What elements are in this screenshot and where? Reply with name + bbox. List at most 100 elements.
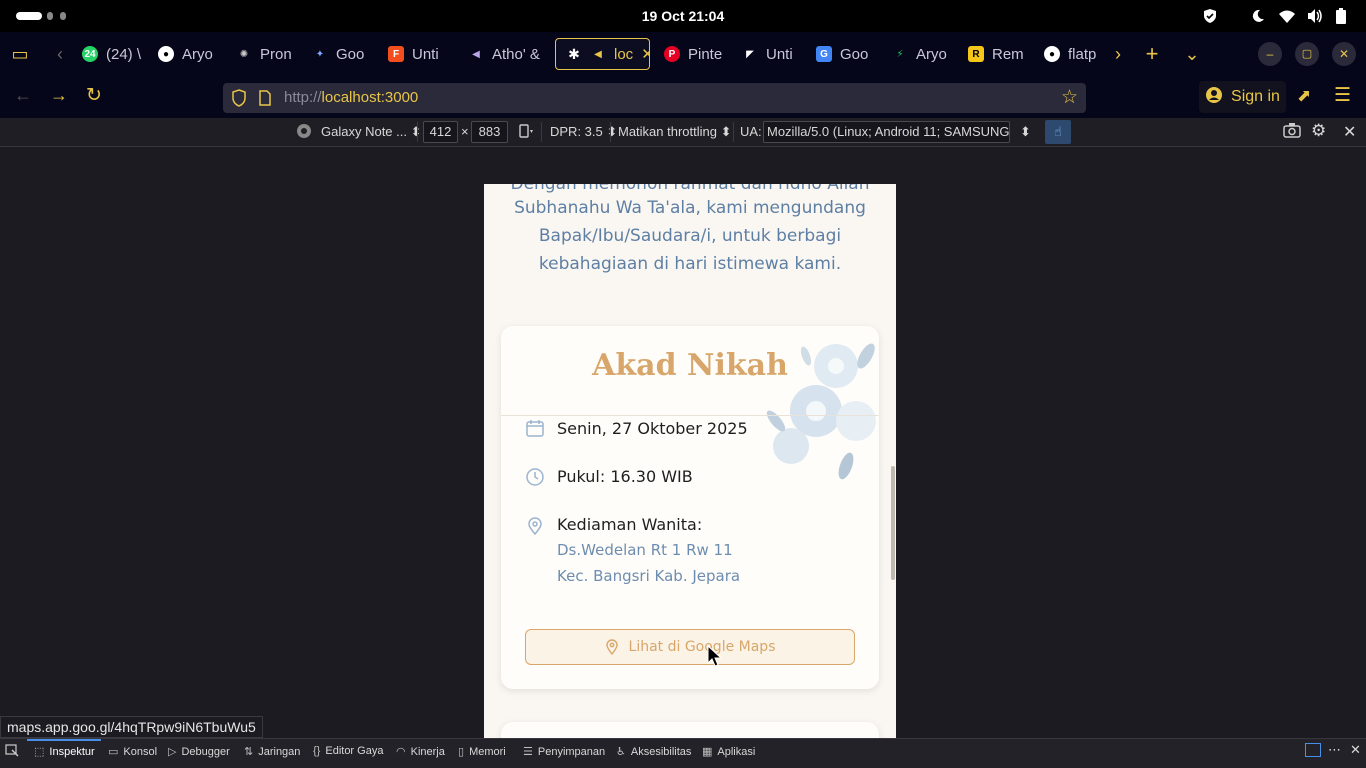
intro-text-line: Bapak/Ibu/Saudara/i, untuk berbagi [538, 226, 842, 246]
devtools-tab-debugger[interactable]: ▷ Debugger [168, 745, 230, 759]
dimension-separator: × [461, 124, 469, 139]
tab-figma[interactable]: F Unti [378, 38, 444, 70]
throttling-select[interactable]: Matikan throttling ⬍ [618, 124, 732, 140]
title-divider [501, 415, 879, 416]
event-date: Senin, 27 Oktober 2025 [557, 419, 748, 438]
url-text[interactable]: http://localhost:3000 [284, 89, 418, 106]
list-tabs-icon[interactable]: ⌄ [1180, 42, 1204, 66]
user-agent-input[interactable]: Mozilla/5.0 (Linux; Android 11; SAMSUNG … [763, 121, 1010, 143]
event-title: Akad Nikah [592, 348, 788, 383]
touch-simulation-icon[interactable]: ☝ [1045, 120, 1071, 144]
sign-in-label: Sign in [1231, 88, 1280, 105]
viewport-height-input[interactable]: 883 [471, 121, 508, 143]
next-event-card [501, 722, 879, 738]
performance-icon: ◠ [396, 746, 406, 758]
whatsapp-icon: 24 [82, 46, 98, 62]
reload-icon[interactable]: ↻ [86, 84, 102, 107]
wifi-icon[interactable] [1278, 8, 1296, 27]
screenshot-icon[interactable] [1283, 122, 1301, 141]
rotate-viewport-icon[interactable] [518, 123, 534, 142]
device-select[interactable]: Galaxy Note ... ⬍ [321, 124, 422, 140]
tab-whatsapp[interactable]: 24 (24) \ [72, 38, 142, 70]
scroll-tabs-right-icon[interactable]: › [1106, 42, 1130, 66]
gemini-icon: ✦ [315, 48, 325, 60]
tab-label: Goo [840, 45, 869, 63]
menu-icon[interactable]: ☰ [1334, 84, 1351, 107]
devtools-tab-network[interactable]: ⇅ Jaringan [244, 745, 300, 759]
tab-remix[interactable]: R Rem [958, 38, 1034, 70]
tab-framer[interactable]: ◤ Unti [732, 38, 804, 70]
tab-label: Pron [260, 45, 292, 63]
page-scrollbar[interactable] [891, 466, 895, 580]
element-picker-icon[interactable] [5, 744, 19, 761]
devtools-tab-accessibility[interactable]: ♿ Aksesibilitas [616, 745, 691, 759]
devtools-tab-inspector[interactable]: ⬚ Inspektur [34, 745, 95, 759]
url-bar[interactable]: http://localhost:3000 ☆ [223, 83, 1086, 113]
tab-google-translate[interactable]: G Goo [806, 38, 878, 70]
activity-icon: ⚡ [896, 48, 904, 60]
remix-icon: R [968, 46, 984, 62]
bookmark-star-icon[interactable]: ☆ [1061, 86, 1078, 109]
memory-icon: ▯ [458, 746, 465, 758]
dock-side-icon[interactable] [1305, 743, 1321, 757]
close-rdm-icon[interactable]: ✕ [1343, 122, 1356, 142]
asterisk-icon: ✱ [568, 45, 580, 62]
ua-select-arrow-icon[interactable]: ⬍ [1020, 124, 1031, 140]
inspector-icon: ⬚ [34, 746, 45, 758]
active-tab-indicator [27, 739, 101, 741]
battery-icon[interactable] [1336, 8, 1346, 27]
tracking-protection-icon[interactable] [231, 89, 247, 112]
close-tab-icon[interactable]: ✕ [641, 45, 649, 63]
scroll-tabs-left-icon[interactable]: ‹ [48, 42, 72, 66]
tab-gemini[interactable]: ✦ Goo [302, 38, 368, 70]
maximize-window-icon[interactable]: ▢ [1295, 42, 1319, 66]
tab-github-aryo[interactable]: ● Aryo [148, 38, 214, 70]
tab-label: Rem [992, 45, 1024, 63]
tab-label: (24) \ [106, 45, 142, 63]
back-icon[interactable]: ← [14, 85, 32, 106]
new-tab-icon[interactable]: + [1140, 42, 1164, 66]
tab-github-flatpak[interactable]: ● flatp [1034, 38, 1106, 70]
tab-label: Goo [336, 45, 365, 63]
maps-button-label: Lihat di Google Maps [628, 639, 776, 655]
viewport-width-input[interactable]: 412 [423, 121, 458, 143]
tab-overview-icon[interactable]: ▭ [8, 42, 32, 66]
tab-atho[interactable]: ◀ Atho' & [458, 38, 546, 70]
devtools-tab-style-editor[interactable]: {} Editor Gaya [313, 745, 383, 757]
devtools-tab-console[interactable]: ▭ Konsol [108, 745, 157, 759]
intro-text-line: kebahagiaan di hari istimewa kami. [538, 254, 842, 274]
forward-icon[interactable]: → [50, 85, 68, 106]
night-mode-icon[interactable] [1250, 8, 1266, 27]
minimize-window-icon[interactable]: – [1258, 42, 1282, 66]
close-devtools-icon[interactable]: ✕ [1350, 742, 1361, 758]
mouse-cursor-icon [707, 645, 723, 667]
pinterest-icon: P [664, 46, 680, 62]
shield-icon[interactable] [1202, 8, 1218, 27]
tab-pinterest[interactable]: P Pinte [654, 38, 726, 70]
os-top-bar: 19 Oct 21:04 [0, 0, 1366, 32]
event-time: Pukul: 16.30 WIB [557, 467, 693, 486]
extensions-icon[interactable]: ⬈ [1297, 86, 1311, 106]
tab-prompt[interactable]: ✺ Pron [226, 38, 292, 70]
accessibility-icon: ♿ [616, 746, 626, 758]
tab-aryo-activity[interactable]: ⚡ Aryo [882, 38, 954, 70]
tab-label: flatp [1068, 45, 1097, 63]
more-options-icon[interactable]: ⋯ [1328, 742, 1341, 758]
open-google-maps-button[interactable]: Lihat di Google Maps [525, 629, 855, 665]
dpr-select[interactable]: DPR: 3.5 ⬍ [550, 124, 617, 140]
close-window-icon[interactable]: ✕ [1332, 42, 1356, 66]
tab-localhost[interactable]: ✱ ◀ loc ✕ [555, 38, 650, 70]
settings-gear-icon[interactable]: ⚙ [1311, 121, 1326, 141]
style-editor-icon: {} [313, 745, 321, 757]
page-info-icon[interactable] [259, 90, 271, 111]
volume-icon[interactable] [1306, 8, 1324, 27]
devtools-toolbar: ⬚ Inspektur ▭ Konsol ▷ Debugger ⇅ Jaringan {… [0, 738, 1366, 768]
devtools-tab-application[interactable]: ▦ Aplikasi [702, 745, 755, 759]
akad-nikah-card: Akad Nikah Senin, 27 Oktober 2025 Pukul:… [501, 326, 879, 689]
devtools-tab-performance[interactable]: ◠ Kinerja [396, 745, 445, 759]
devtools-tab-memory[interactable]: ▯ Memori [458, 745, 506, 759]
sign-in-button[interactable]: Sign in [1199, 81, 1286, 113]
devtools-tab-storage[interactable]: ☰ Penyimpanan [523, 745, 605, 759]
debugger-icon: ▷ [168, 746, 177, 758]
clock[interactable]: 19 Oct 21:04 [0, 8, 1366, 24]
